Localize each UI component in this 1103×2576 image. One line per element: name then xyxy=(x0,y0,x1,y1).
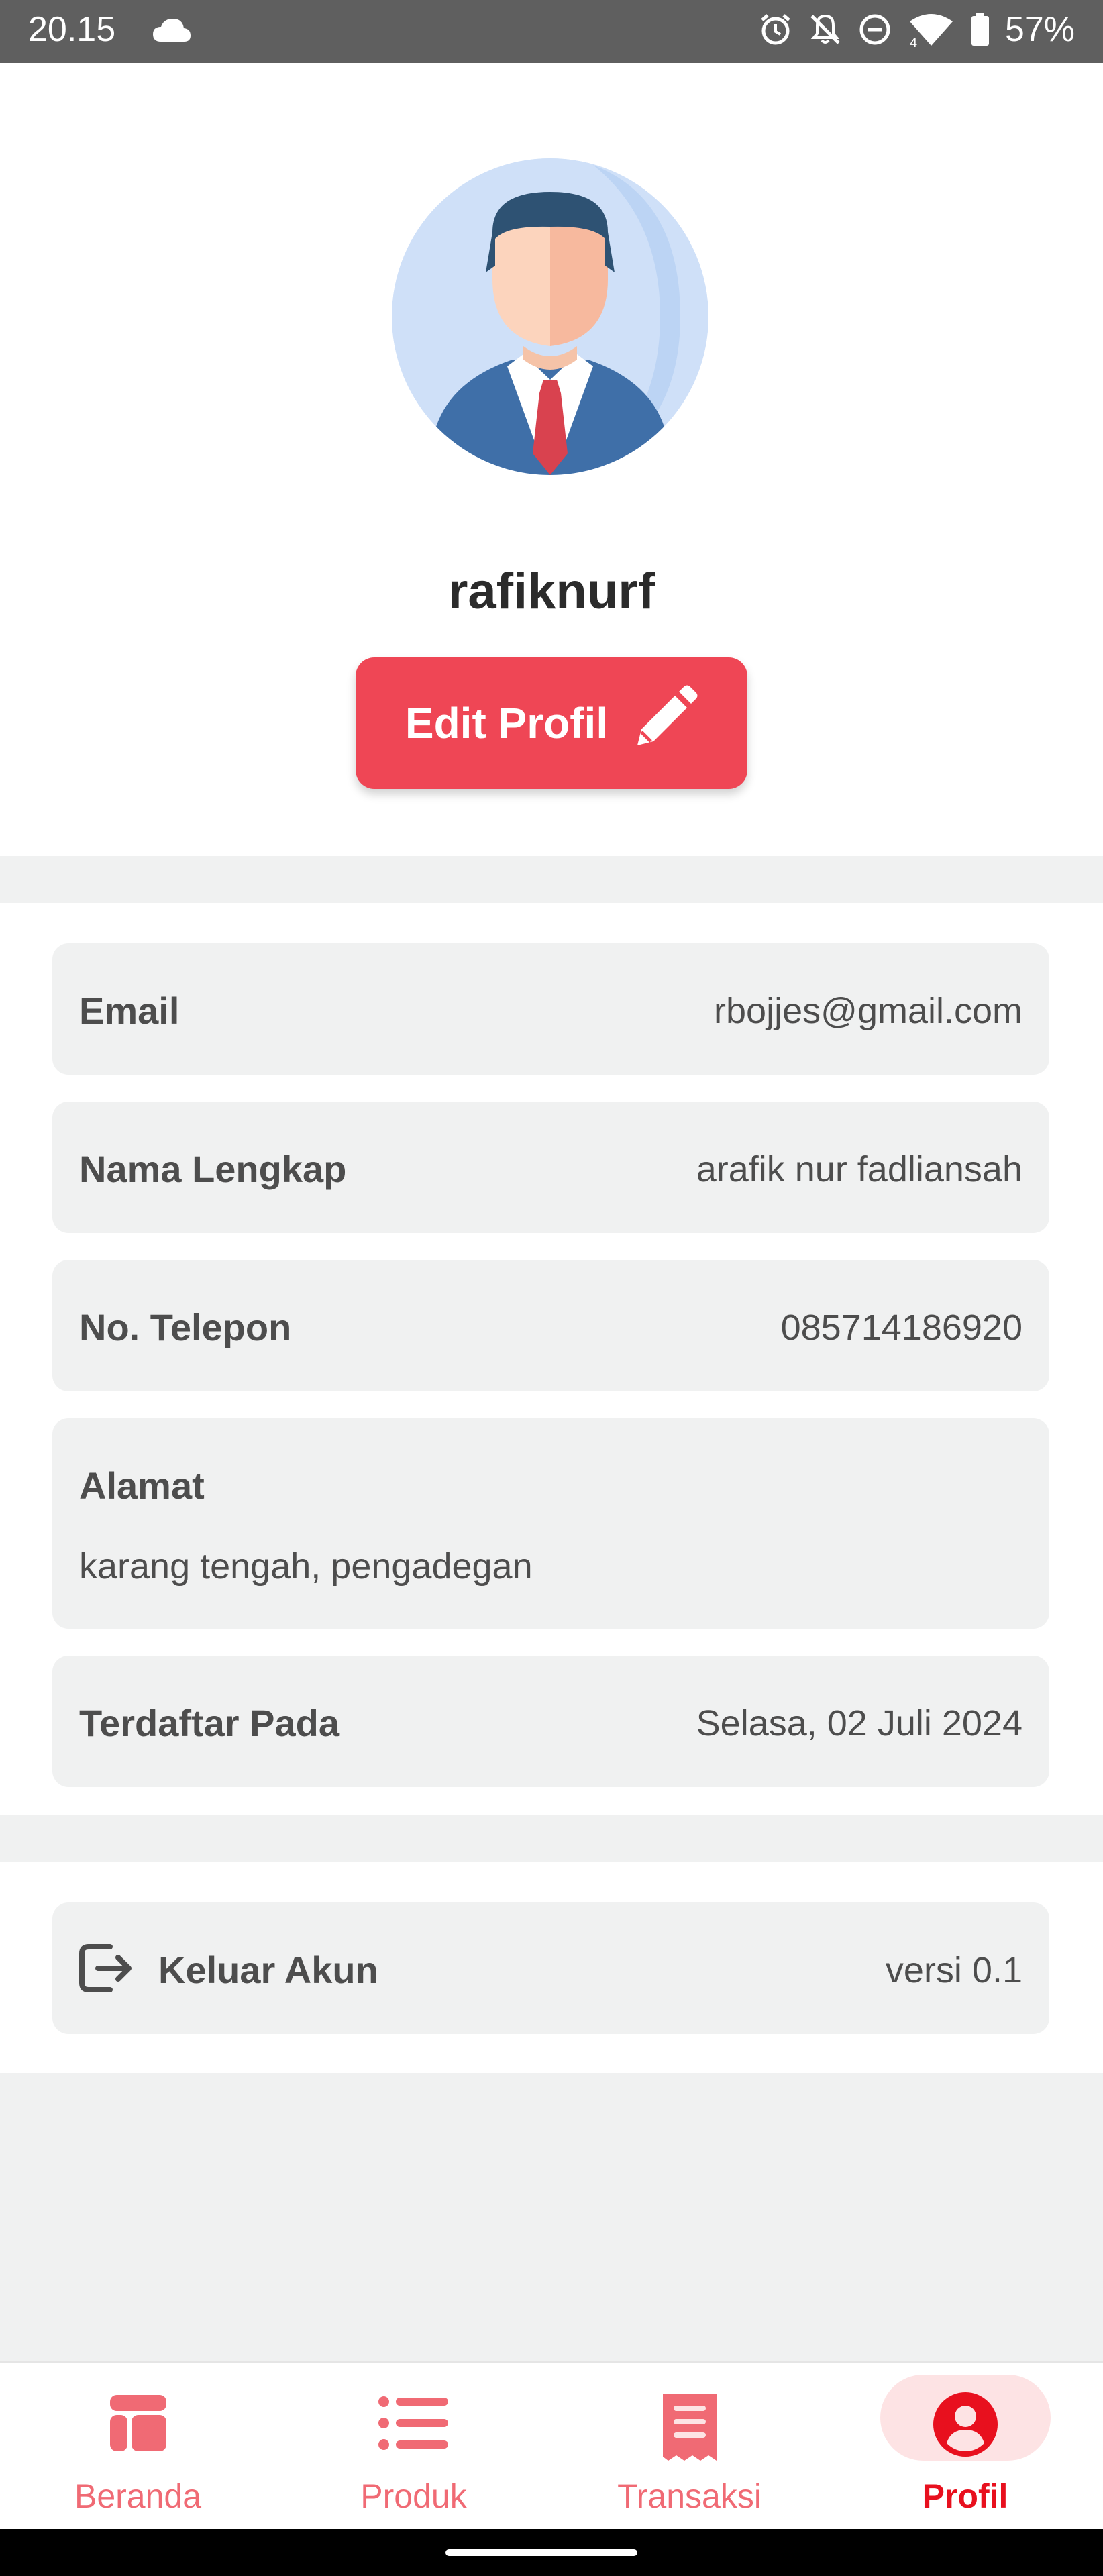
registered-label: Terdaftar Pada xyxy=(79,1702,339,1744)
home-dashboard-icon xyxy=(0,2391,276,2455)
nav-item-produk[interactable]: Produk xyxy=(276,2363,552,2530)
phone-value: 085714186920 xyxy=(780,1307,1022,1348)
logout-label: Keluar Akun xyxy=(158,1949,378,1991)
businessman-avatar-icon xyxy=(392,158,708,475)
alarm-icon xyxy=(758,12,793,47)
system-navigation-bar xyxy=(0,2529,1103,2576)
full-name-card: Nama Lengkap arafik nur fadliansah xyxy=(52,1102,1049,1233)
battery-percent: 57% xyxy=(1004,10,1075,49)
nav-item-profil[interactable]: Profil xyxy=(827,2363,1103,2530)
email-card: Email rbojjes@gmail.com xyxy=(52,943,1049,1075)
address-label: Alamat xyxy=(79,1464,205,1507)
list-icon xyxy=(276,2391,552,2455)
edit-profile-button[interactable]: Edit Profil xyxy=(356,657,747,789)
email-value: rbojjes@gmail.com xyxy=(714,991,1022,1031)
avatar xyxy=(392,158,708,475)
address-value: karang tengah, pengadegan xyxy=(79,1546,533,1587)
svg-text:4: 4 xyxy=(910,36,917,47)
home-gesture-handle[interactable] xyxy=(445,2549,637,2556)
battery-icon xyxy=(970,12,990,47)
username: rafiknurf xyxy=(448,563,655,620)
receipt-icon xyxy=(552,2391,827,2465)
nav-item-transaksi[interactable]: Transaksi xyxy=(552,2363,827,2530)
address-card: Alamat karang tengah, pengadegan xyxy=(52,1418,1049,1629)
nav-label-transaksi: Transaksi xyxy=(617,2477,761,2515)
notifications-off-icon xyxy=(808,12,843,47)
user-circle-icon xyxy=(827,2391,1103,2458)
phone-label: No. Telepon xyxy=(79,1306,292,1348)
status-time: 20.15 xyxy=(28,10,116,49)
edit-profile-label: Edit Profil xyxy=(405,699,609,747)
nav-label-produk: Produk xyxy=(360,2477,467,2515)
email-label: Email xyxy=(79,989,180,1032)
phone-card: No. Telepon 085714186920 xyxy=(52,1260,1049,1391)
nav-item-beranda[interactable]: Beranda xyxy=(0,2363,276,2530)
logout-icon xyxy=(75,1937,137,2002)
bottom-navigation: Beranda Produk Transaksi Profil xyxy=(0,2361,1103,2530)
registered-card: Terdaftar Pada Selasa, 02 Juli 2024 xyxy=(52,1656,1049,1787)
status-bar: 20.15 4 57% xyxy=(0,0,1103,63)
wifi-icon: 4 xyxy=(907,12,955,47)
do-not-disturb-icon xyxy=(857,12,892,47)
cloud-icon xyxy=(152,17,192,46)
full-name-label: Nama Lengkap xyxy=(79,1148,347,1190)
app-version: versi 0.1 xyxy=(885,1950,1022,1990)
nav-label-beranda: Beranda xyxy=(74,2477,202,2515)
logout-button[interactable]: Keluar Akun versi 0.1 xyxy=(52,1902,1049,2034)
full-name-value: arafik nur fadliansah xyxy=(696,1149,1022,1189)
pencil-icon xyxy=(631,685,698,762)
nav-label-profil: Profil xyxy=(922,2477,1008,2515)
registered-value: Selasa, 02 Juli 2024 xyxy=(696,1703,1022,1743)
